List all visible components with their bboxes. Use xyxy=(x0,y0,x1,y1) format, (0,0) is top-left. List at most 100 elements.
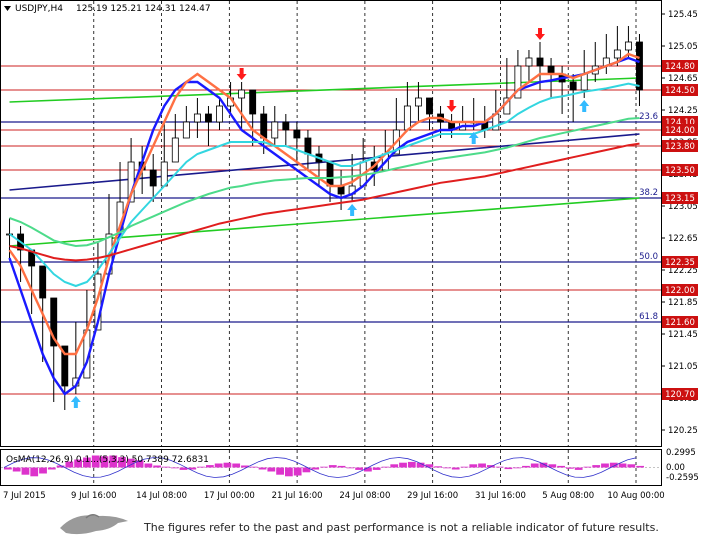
osma-bar xyxy=(425,464,434,468)
osma-bar xyxy=(276,467,284,475)
fibonacci-level-label: 38.2 xyxy=(639,188,658,198)
osma-bar xyxy=(12,467,21,472)
osma-bar xyxy=(530,463,539,468)
candle-body xyxy=(613,49,621,59)
candle-body xyxy=(536,57,544,67)
osma-bar xyxy=(170,467,179,469)
osma-bar xyxy=(267,467,276,472)
price-level-tag-label: 124.80 xyxy=(665,62,695,72)
candle-body xyxy=(171,137,179,163)
osma-bar xyxy=(522,465,530,468)
osma-bar xyxy=(513,467,522,469)
osma-bar xyxy=(434,466,443,468)
osma-bar xyxy=(469,464,478,468)
price-level-tag-label: 123.15 xyxy=(665,194,695,204)
osma-bar xyxy=(293,467,302,476)
fibonacci-level-label: 61.8 xyxy=(639,312,658,322)
osma-bar xyxy=(390,464,399,468)
osma-bar xyxy=(636,465,644,468)
osma-bar xyxy=(4,467,12,470)
candle-body xyxy=(304,137,312,155)
osma-axis-label: 0.2995 xyxy=(666,448,696,458)
osma-bar xyxy=(583,466,592,468)
osma-bar xyxy=(355,467,364,470)
candle-body xyxy=(569,81,577,91)
osma-bar xyxy=(320,466,328,468)
osma-bar xyxy=(30,467,39,477)
osma-bar xyxy=(328,465,337,468)
fibonacci-level-label: 23.6 xyxy=(639,112,658,122)
candle-body xyxy=(182,121,190,139)
candle-body xyxy=(260,113,268,139)
candle-body xyxy=(293,129,301,139)
osma-bar xyxy=(258,467,267,470)
candle-body xyxy=(580,73,588,91)
osma-bar xyxy=(601,463,609,468)
y-axis-label: 121.85 xyxy=(668,298,698,308)
candle-body xyxy=(282,121,290,131)
symbol-header: USDJPY,H4 125.19 125.21 124.31 124.47 xyxy=(4,4,211,14)
price-level-tag-label: 122.00 xyxy=(665,286,695,296)
candle-body xyxy=(205,113,212,123)
candle-body xyxy=(426,97,433,115)
candle-body xyxy=(238,89,246,99)
candle-body xyxy=(249,89,257,115)
y-axis-label: 124.25 xyxy=(668,106,698,116)
osma-bar xyxy=(47,467,56,470)
x-axis-label: 9 Jul 16:00 xyxy=(71,491,117,501)
osma-bar xyxy=(478,463,486,468)
osma-bar xyxy=(337,465,346,468)
osma-bar xyxy=(504,467,513,470)
osma-bar xyxy=(565,467,574,469)
candle-body xyxy=(193,113,201,123)
osma-bar xyxy=(364,467,372,472)
osma-bar xyxy=(223,462,232,468)
x-axis-label: 21 Jul 16:00 xyxy=(272,491,323,501)
y-axis-label: 121.05 xyxy=(668,362,698,372)
osma-bar xyxy=(249,466,258,468)
y-axis-label: 124.65 xyxy=(668,74,698,84)
candle-body xyxy=(271,121,279,139)
osma-bar xyxy=(381,466,390,468)
x-axis-label: 7 Jul 2015 xyxy=(3,491,46,501)
osma-bar xyxy=(460,466,469,468)
candle-body xyxy=(39,265,47,299)
ohlc-readout: 125.19 125.21 124.31 124.47 xyxy=(76,4,211,14)
candle-body xyxy=(636,41,643,91)
footer-logo xyxy=(60,514,128,535)
osma-bar xyxy=(232,463,241,468)
price-level-tag-label: 121.60 xyxy=(665,318,695,328)
candle-body xyxy=(326,161,334,187)
osma-bar xyxy=(495,466,504,468)
osma-axis-label: -0.2595 xyxy=(666,473,699,483)
x-axis-label: 14 Jul 08:00 xyxy=(136,491,187,501)
osma-bar xyxy=(39,467,47,474)
osma-axis-label: 0.00 xyxy=(666,463,685,473)
price-level-tag-label: 124.50 xyxy=(665,86,695,96)
osma-bar xyxy=(443,467,451,469)
y-axis-label: 122.65 xyxy=(668,234,698,244)
osma-bar xyxy=(618,463,627,468)
price-level-tag-label: 123.80 xyxy=(665,142,695,152)
x-axis-label: 29 Jul 16:00 xyxy=(407,491,458,501)
osma-bar xyxy=(153,465,162,468)
price-level-tag-label: 124.00 xyxy=(665,126,695,136)
candle-body xyxy=(525,57,533,67)
osma-bar xyxy=(399,462,407,468)
usdjpy-h4-chart: 0.2995 0.00-0.2595 125.45 125.05 124.65 124.… xyxy=(0,0,699,535)
candle-body xyxy=(149,169,157,187)
candle-body xyxy=(415,97,422,107)
osma-bar xyxy=(627,464,636,468)
symbol-label: USDJPY,H4 xyxy=(15,4,63,14)
price-level-tag-label: 120.70 xyxy=(665,390,695,400)
x-axis-label: 24 Jul 08:00 xyxy=(339,491,390,501)
osma-bar xyxy=(592,465,601,468)
x-axis-label: 17 Jul 00:00 xyxy=(204,491,255,501)
x-axis-label: 10 Aug 00:00 xyxy=(607,491,664,501)
osma-bar xyxy=(557,465,565,468)
osma-bar xyxy=(162,466,170,468)
osma-bar xyxy=(197,466,205,468)
osma-bar xyxy=(205,465,214,468)
x-axis-label: 31 Jul 16:00 xyxy=(475,491,526,501)
osma-bar xyxy=(451,467,460,470)
